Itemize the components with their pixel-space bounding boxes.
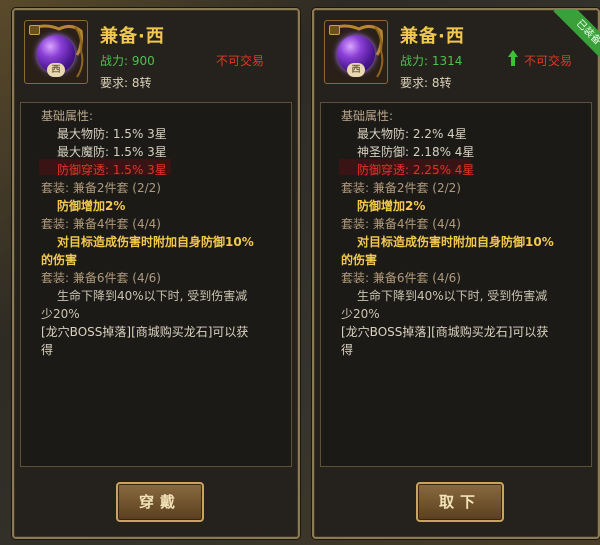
- set-line: 套装: 兼备2件套 (2/2): [341, 181, 461, 195]
- attr-line: 基础属性:: [41, 109, 94, 123]
- attr-line: 基础属性:: [341, 109, 394, 123]
- attr-line: 防御穿透: 2.25% 4星: [357, 163, 475, 177]
- unequip-button[interactable]: 取下: [416, 482, 504, 522]
- gem-label: 西: [47, 63, 65, 77]
- requirement: 要求: 8转: [100, 76, 152, 90]
- item-attributes: 基础属性: 最大物防: 1.5% 3星 最大魔防: 1.5% 3星 防御穿透: …: [20, 102, 292, 467]
- equipped-label: 已装备: [553, 10, 600, 66]
- gem-label: 西: [347, 63, 365, 77]
- set-line: 套装: 兼备4件套 (4/4): [341, 217, 461, 231]
- item-icon[interactable]: 西: [324, 20, 388, 84]
- attr-line: 最大物防: 2.2% 4星: [357, 127, 467, 141]
- set-effect: 防御增加2%: [57, 199, 126, 213]
- combat-power-label: 战力:: [400, 54, 429, 68]
- set-effect: 的伤害: [41, 253, 78, 267]
- item-tooltip-right: 西 兼备·西 战力: 1314 不可交易 要求: 8转 已装备 基础属性: 最大…: [312, 8, 600, 539]
- source-line: [龙穴BOSS掉落][商城购买龙石]可以获: [341, 325, 549, 339]
- up-arrow-icon: [508, 50, 518, 66]
- source-line: 得: [41, 343, 54, 357]
- combat-power: 战力: 1314: [400, 52, 462, 69]
- item-name: 兼备·西: [100, 26, 165, 47]
- set-desc: 生命下降到40%以下时, 受到伤害减: [357, 289, 548, 303]
- set-effect: 的伤害: [341, 253, 378, 267]
- requirement: 要求: 8转: [400, 76, 452, 90]
- set-desc: 少20%: [341, 307, 380, 321]
- equipped-ribbon: 已装备: [544, 10, 600, 66]
- trade-status: 不可交易: [216, 54, 265, 68]
- combat-power-label: 战力:: [100, 54, 129, 68]
- combat-power-value: 1314: [431, 54, 463, 68]
- set-line: 套装: 兼备6件套 (4/6): [41, 271, 161, 285]
- source-line: 得: [341, 343, 354, 357]
- item-name: 兼备·西: [400, 26, 465, 47]
- item-tooltip-left: 西 兼备·西 战力: 900 不可交易 要求: 8转 基础属性: 最大物防: 1…: [12, 8, 300, 539]
- attr-line: 防御穿透: 1.5% 3星: [57, 163, 167, 177]
- set-desc: 少20%: [41, 307, 80, 321]
- equip-button[interactable]: 穿戴: [116, 482, 204, 522]
- item-header: 西 兼备·西 战力: 900 不可交易 要求: 8转: [20, 16, 292, 100]
- set-effect: 对目标造成伤害时附加自身防御10%: [57, 235, 254, 249]
- set-effect: 对目标造成伤害时附加自身防御10%: [357, 235, 554, 249]
- set-effect: 防御增加2%: [357, 199, 426, 213]
- attr-line: 神圣防御: 2.18% 4星: [357, 145, 475, 159]
- set-line: 套装: 兼备6件套 (4/6): [341, 271, 461, 285]
- attr-line: 最大魔防: 1.5% 3星: [57, 145, 167, 159]
- source-line: [龙穴BOSS掉落][商城购买龙石]可以获: [41, 325, 249, 339]
- combat-power-value: 900: [131, 54, 155, 68]
- item-icon[interactable]: 西: [24, 20, 88, 84]
- set-desc: 生命下降到40%以下时, 受到伤害减: [57, 289, 248, 303]
- combat-power: 战力: 900: [100, 52, 155, 69]
- item-attributes: 基础属性: 最大物防: 2.2% 4星 神圣防御: 2.18% 4星 防御穿透:…: [320, 102, 592, 467]
- lock-icon: [329, 25, 340, 35]
- set-line: 套装: 兼备4件套 (4/4): [41, 217, 161, 231]
- lock-icon: [29, 25, 40, 35]
- set-line: 套装: 兼备2件套 (2/2): [41, 181, 161, 195]
- attr-line: 最大物防: 1.5% 3星: [57, 127, 167, 141]
